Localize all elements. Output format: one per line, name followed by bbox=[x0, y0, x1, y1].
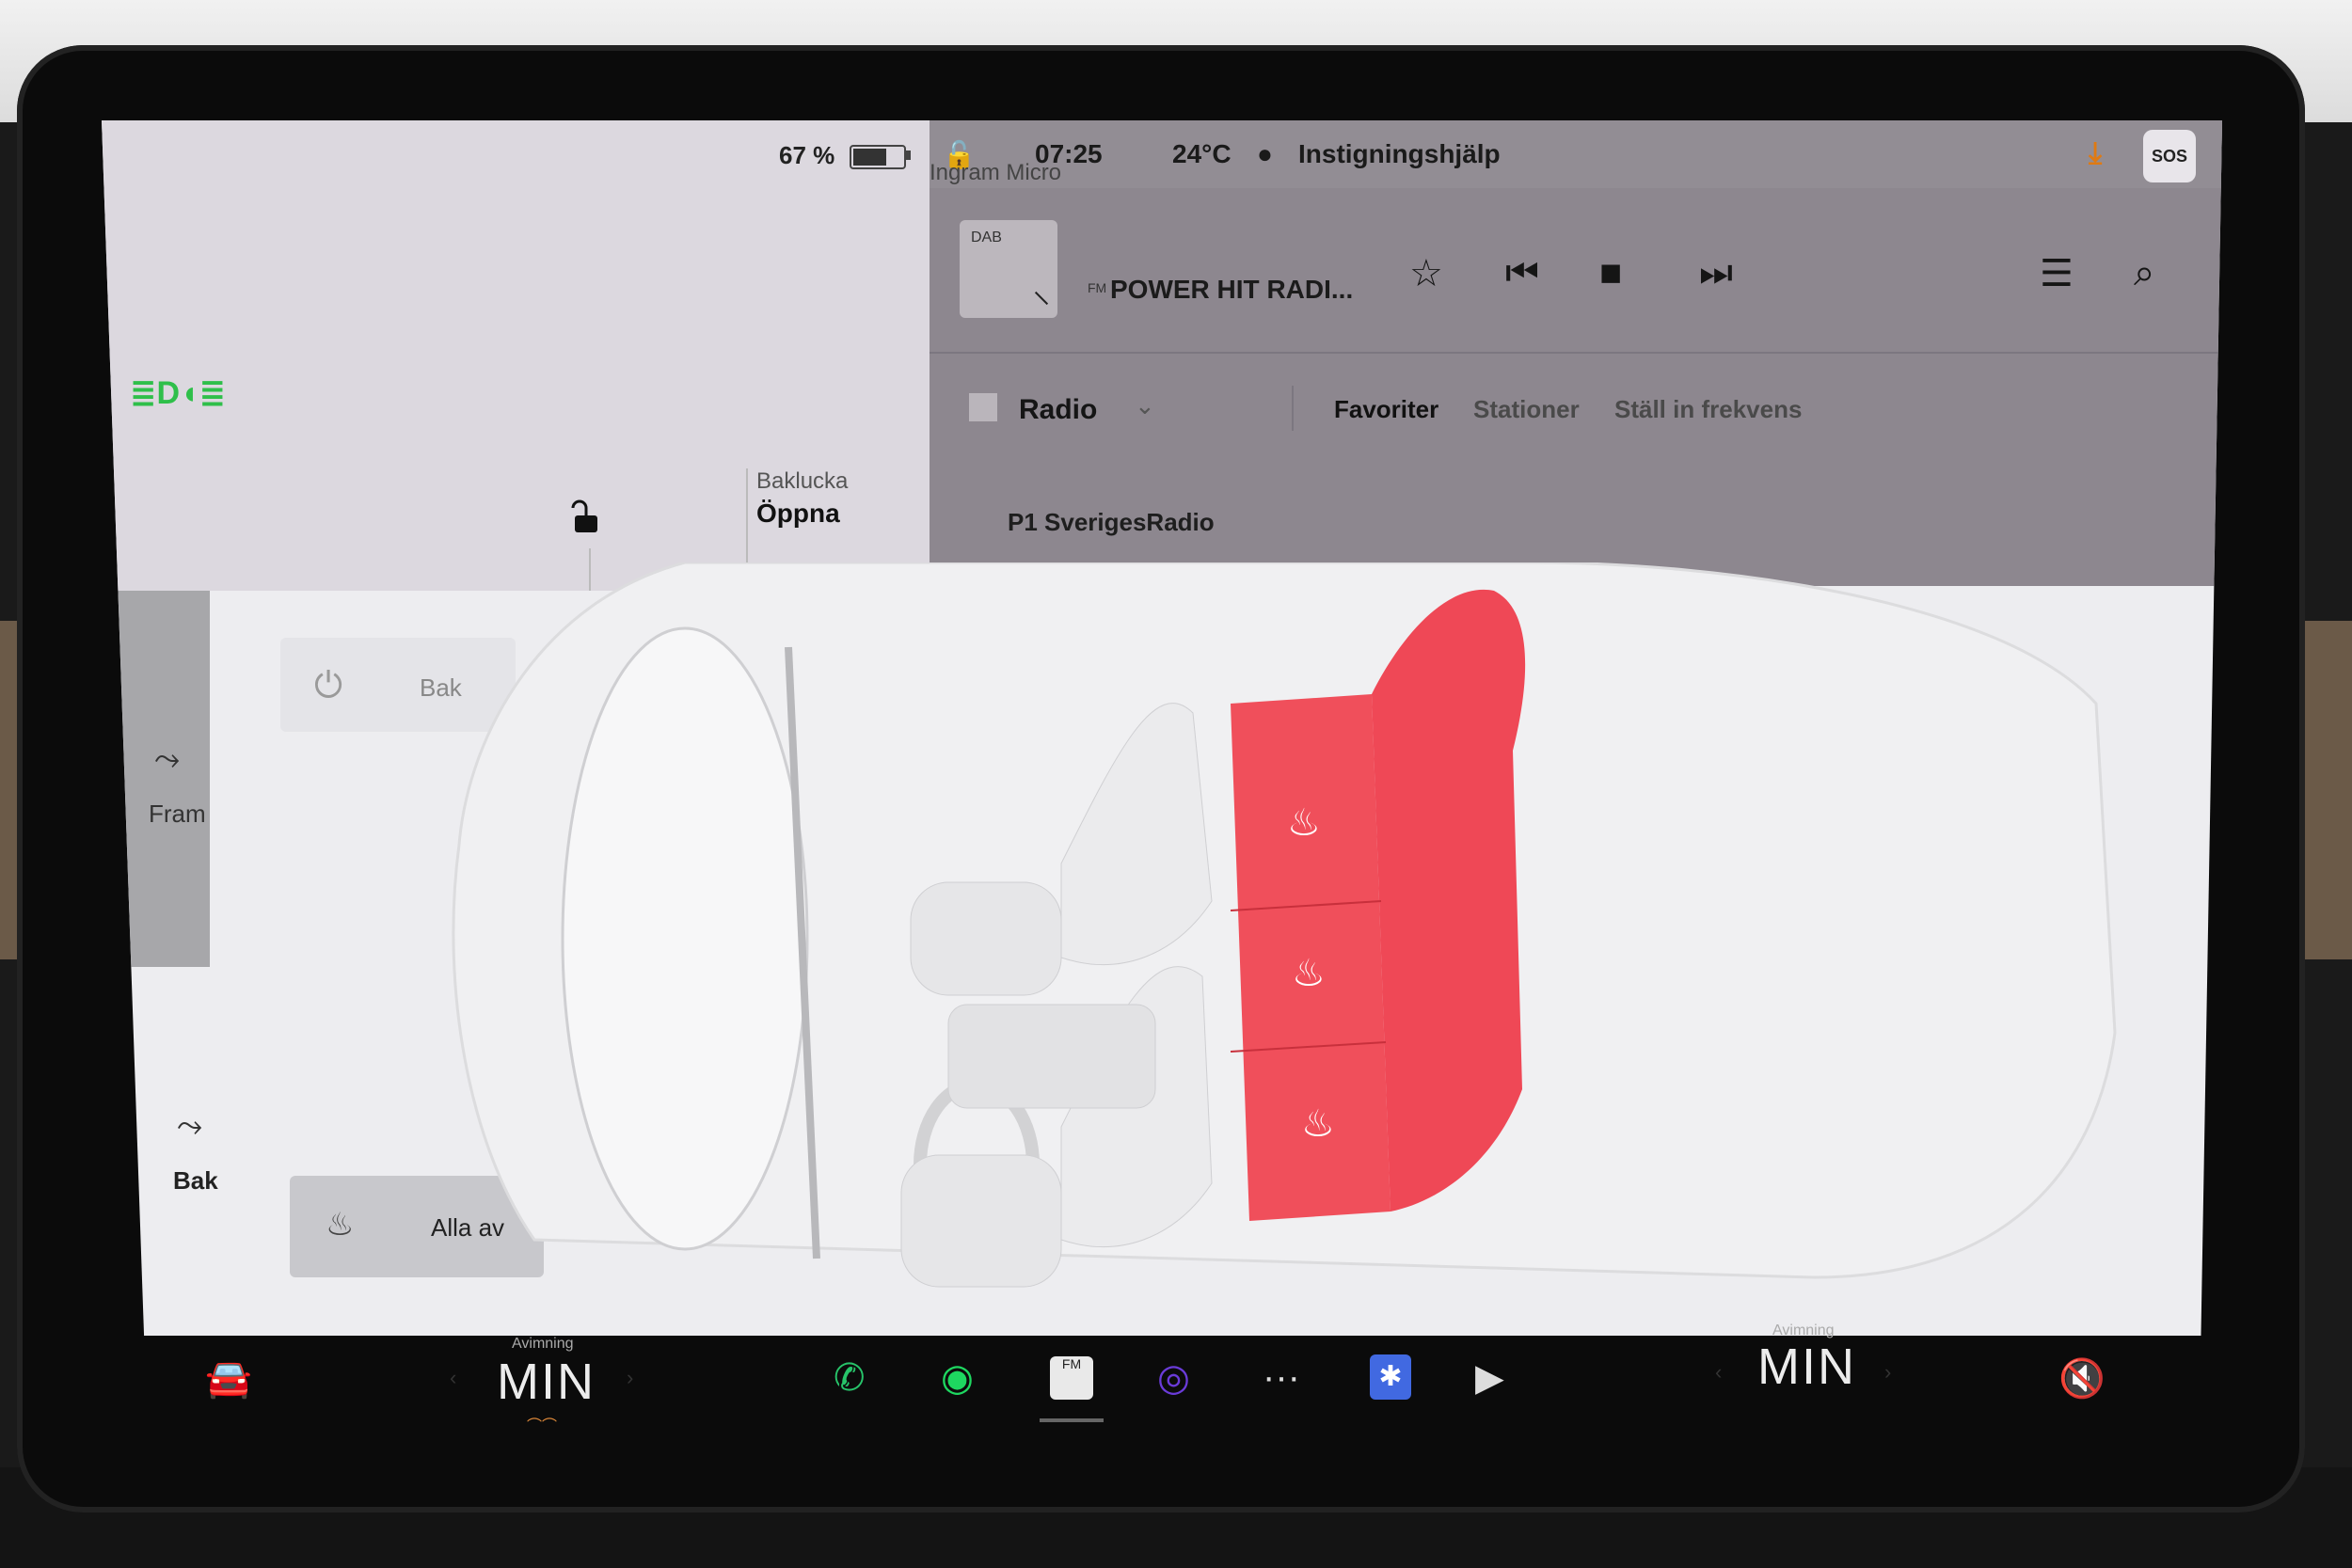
source-label[interactable]: Radio bbox=[1019, 394, 1097, 426]
bottom-dock: 🚘 ‹ Avimning MIN ⌒⌒ › ✆ ◉ FM ◎ ··· ✱ ▶ ‹… bbox=[102, 1323, 2228, 1467]
left-temperature[interactable]: MIN bbox=[497, 1353, 596, 1411]
profile-icon[interactable]: ● bbox=[1257, 139, 1273, 169]
trunk-open-button[interactable]: Öppna bbox=[756, 499, 840, 529]
heat-icon-rear-left[interactable]: ♨ bbox=[1287, 801, 1321, 845]
download-icon[interactable]: ⤓ bbox=[2089, 135, 2102, 171]
search-icon[interactable]: ⌕ bbox=[2134, 252, 2154, 294]
stop-icon[interactable]: ■ bbox=[1599, 252, 1622, 294]
tab-frekvens[interactable]: Ställ in frekvens bbox=[1614, 395, 1802, 424]
battery-tip bbox=[906, 150, 911, 160]
battery-percent: 67 % bbox=[779, 141, 835, 169]
car-interior-illustration: ♨ ♨ ♨ bbox=[452, 562, 2117, 1288]
queue-icon[interactable]: ☰ bbox=[2040, 252, 2074, 295]
car-status-panel: 67 % ≣D◖≣ Baklucka Öppna bbox=[102, 120, 930, 591]
headlights-icon[interactable]: ≣D◖≣ bbox=[130, 374, 226, 412]
front-airflow-icon[interactable]: ⤳ bbox=[154, 741, 180, 778]
right-temp-decrease[interactable]: ‹ bbox=[1715, 1360, 1722, 1385]
left-temp-decrease[interactable]: ‹ bbox=[450, 1366, 456, 1390]
profile-name[interactable]: Instigningshjälp bbox=[1298, 139, 1501, 169]
more-icon[interactable]: ··· bbox=[1263, 1356, 1300, 1399]
battery-icon bbox=[850, 145, 906, 169]
divider bbox=[1292, 386, 1294, 431]
active-app-indicator bbox=[1040, 1418, 1104, 1422]
phone-icon[interactable]: ✆ bbox=[834, 1356, 866, 1400]
heat-icon-rear-right[interactable]: ♨ bbox=[1301, 1102, 1335, 1146]
chevron-down-icon[interactable]: ⌄ bbox=[1135, 391, 1155, 420]
touchscreen: 67 % ≣D◖≣ Baklucka Öppna 🔓 Ingram Micro … bbox=[102, 120, 2222, 1336]
unlock-icon[interactable] bbox=[567, 499, 603, 545]
media-player: 🔓 Ingram Micro 07:25 24°C ● Instigningsh… bbox=[930, 120, 2222, 586]
car-icon[interactable]: 🚘 bbox=[205, 1356, 252, 1401]
power-icon: ⏻ bbox=[314, 666, 343, 705]
mute-icon[interactable]: 🔇 bbox=[2058, 1356, 2106, 1401]
tab-stationer[interactable]: Stationer bbox=[1473, 395, 1580, 424]
radio-source-icon bbox=[969, 393, 997, 421]
outside-temperature: 24°C bbox=[1172, 139, 1232, 168]
camera-icon[interactable]: ◎ bbox=[1157, 1356, 1190, 1400]
station-list-item[interactable]: P1 SverigesRadio bbox=[1008, 508, 1215, 537]
video-icon[interactable]: ▶ bbox=[1475, 1356, 1504, 1400]
right-temperature[interactable]: MIN bbox=[1757, 1338, 1856, 1396]
art-source-label: DAB bbox=[971, 230, 1002, 245]
trunk-label: Baklucka bbox=[756, 468, 849, 494]
center-console bbox=[947, 1004, 1156, 1109]
sos-button[interactable]: SOS bbox=[2143, 130, 2196, 182]
clock: 07:25 bbox=[1035, 139, 1103, 168]
status-bar: 🔓 Ingram Micro 07:25 24°C ● Instigningsh… bbox=[930, 120, 2222, 188]
spotify-icon[interactable]: ◉ bbox=[941, 1356, 974, 1400]
seat-heat-icon: ♨ bbox=[326, 1207, 355, 1243]
dashboard-shape bbox=[561, 626, 809, 1251]
radio-icon[interactable]: FM bbox=[1050, 1356, 1093, 1400]
rear-airflow-label[interactable]: Bak bbox=[173, 1166, 218, 1196]
art-needle bbox=[1034, 291, 1049, 306]
heat-icon-rear-middle[interactable]: ♨ bbox=[1292, 952, 1326, 995]
left-temp-increase[interactable]: › bbox=[627, 1366, 633, 1390]
right-temp-increase[interactable]: › bbox=[1884, 1360, 1891, 1385]
left-defrost-label: Avimning bbox=[512, 1336, 574, 1352]
front-airflow-label[interactable]: Fram bbox=[149, 800, 206, 829]
bluetooth-icon[interactable]: ✱ bbox=[1370, 1354, 1411, 1400]
next-icon[interactable]: ⏭ bbox=[1699, 252, 1733, 294]
battery-fill bbox=[853, 149, 886, 166]
star-icon[interactable]: ☆ bbox=[1409, 252, 1443, 295]
tab-favoriter[interactable]: Favoriter bbox=[1334, 395, 1438, 424]
previous-icon[interactable]: ⏮ bbox=[1505, 252, 1539, 294]
fm-small-icon: FM bbox=[1088, 280, 1107, 295]
media-divider bbox=[930, 352, 2222, 354]
rear-airflow-icon[interactable]: ⤳ bbox=[177, 1108, 202, 1145]
station-name: POWER HIT RADI... bbox=[1110, 275, 1354, 304]
seat-heater-icon[interactable]: ⌒⌒ bbox=[527, 1413, 557, 1435]
rear-seat-backrest bbox=[1372, 589, 1526, 1212]
album-art: DAB bbox=[960, 220, 1057, 318]
